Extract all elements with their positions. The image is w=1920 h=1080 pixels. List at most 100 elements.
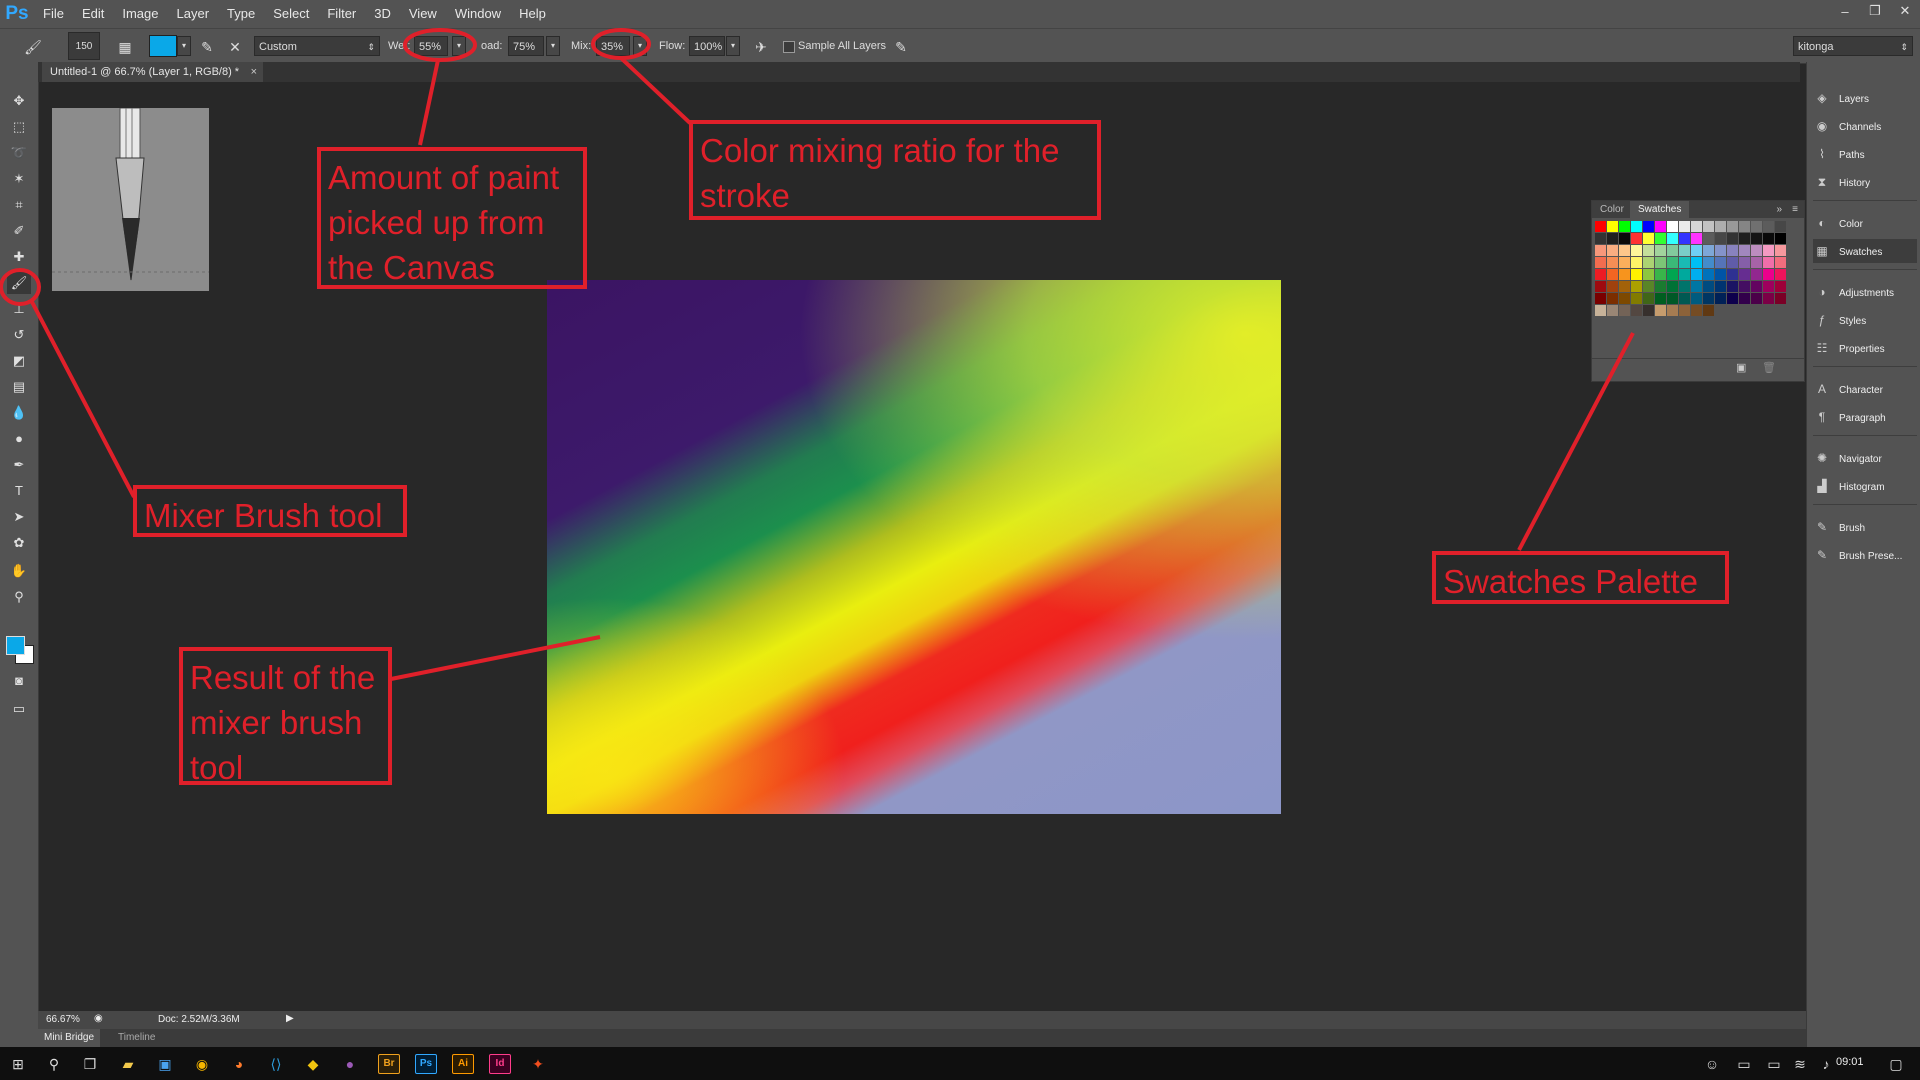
dock-item-history[interactable]: ⧗ History bbox=[1813, 170, 1917, 194]
indesign-app-icon[interactable]: Id bbox=[489, 1054, 511, 1074]
swatch-cell[interactable] bbox=[1643, 269, 1654, 280]
swatch-cell[interactable] bbox=[1751, 269, 1762, 280]
swatch-cell[interactable] bbox=[1691, 305, 1702, 316]
swatch-cell[interactable] bbox=[1691, 281, 1702, 292]
collapse-panel-icon[interactable]: » bbox=[1776, 201, 1782, 218]
menu-3d[interactable]: 3D bbox=[365, 0, 400, 28]
wet-caret[interactable]: ▾ bbox=[452, 36, 466, 56]
swatch-cell[interactable] bbox=[1775, 245, 1786, 256]
swatch-cell[interactable] bbox=[1763, 269, 1774, 280]
search-icon[interactable]: ⚲ bbox=[40, 1051, 68, 1077]
foreground-color-swatch[interactable] bbox=[6, 636, 25, 655]
menu-file[interactable]: File bbox=[34, 0, 73, 28]
swatch-cell[interactable] bbox=[1667, 245, 1678, 256]
dock-item-paragraph[interactable]: ¶ Paragraph bbox=[1813, 405, 1917, 429]
swatch-cell[interactable] bbox=[1655, 221, 1666, 232]
swatch-cell[interactable] bbox=[1667, 305, 1678, 316]
swatch-cell[interactable] bbox=[1703, 293, 1714, 304]
load-brush-after-stroke-icon[interactable]: ✎ bbox=[196, 36, 218, 58]
swatch-cell[interactable] bbox=[1775, 221, 1786, 232]
swatch-cell[interactable] bbox=[1631, 269, 1642, 280]
wifi-icon[interactable]: ≋ bbox=[1786, 1051, 1814, 1077]
swatch-cell[interactable] bbox=[1751, 245, 1762, 256]
swatch-cell[interactable] bbox=[1607, 269, 1618, 280]
path-selection-tool-icon[interactable]: ➤ bbox=[7, 506, 31, 528]
swatch-cell[interactable] bbox=[1715, 221, 1726, 232]
people-icon[interactable]: ☺ bbox=[1698, 1051, 1726, 1077]
swatch-cell[interactable] bbox=[1631, 221, 1642, 232]
swatch-cell[interactable] bbox=[1751, 293, 1762, 304]
swatch-cell[interactable] bbox=[1715, 245, 1726, 256]
swatch-cell[interactable] bbox=[1679, 269, 1690, 280]
notifications-icon[interactable]: ▢ bbox=[1882, 1051, 1910, 1077]
document-tab-close-icon[interactable]: × bbox=[251, 62, 257, 82]
swatch-cell[interactable] bbox=[1703, 305, 1714, 316]
figma-icon[interactable]: ✦ bbox=[524, 1051, 552, 1077]
clone-stamp-tool-icon[interactable]: ⊥ bbox=[7, 298, 31, 320]
document-tab[interactable]: Untitled-1 @ 66.7% (Layer 1, RGB/8) * × bbox=[42, 62, 264, 82]
swatch-cell[interactable] bbox=[1691, 269, 1702, 280]
swatch-cell[interactable] bbox=[1775, 281, 1786, 292]
swatch-cell[interactable] bbox=[1631, 257, 1642, 268]
load-input[interactable]: 75% bbox=[508, 36, 544, 56]
swatch-cell[interactable] bbox=[1595, 269, 1606, 280]
swatch-cell[interactable] bbox=[1631, 305, 1642, 316]
screen-mode-icon[interactable]: ▭ bbox=[7, 698, 31, 720]
swatch-cell[interactable] bbox=[1691, 221, 1702, 232]
swatch-cell[interactable] bbox=[1655, 233, 1666, 244]
swatch-cell[interactable] bbox=[1655, 269, 1666, 280]
swatch-cell[interactable] bbox=[1595, 305, 1606, 316]
task-view-icon[interactable]: ❐ bbox=[76, 1051, 104, 1077]
swatch-cell[interactable] bbox=[1763, 221, 1774, 232]
swatch-cell[interactable] bbox=[1619, 245, 1630, 256]
swatch-cell[interactable] bbox=[1655, 257, 1666, 268]
pen-tool-icon[interactable]: ✒ bbox=[7, 454, 31, 476]
swatch-cell[interactable] bbox=[1667, 293, 1678, 304]
dock-item-histogram[interactable]: ▟ Histogram bbox=[1813, 474, 1917, 498]
menu-window[interactable]: Window bbox=[446, 0, 510, 28]
airbrush-icon[interactable]: ✈ bbox=[750, 36, 772, 58]
swatch-cell[interactable] bbox=[1703, 269, 1714, 280]
swatch-cell[interactable] bbox=[1595, 245, 1606, 256]
swatch-cell[interactable] bbox=[1763, 293, 1774, 304]
custom-shape-tool-icon[interactable]: ✿ bbox=[7, 532, 31, 554]
swatch-cell[interactable] bbox=[1631, 233, 1642, 244]
load-caret[interactable]: ▾ bbox=[546, 36, 560, 56]
swatch-cell[interactable] bbox=[1679, 221, 1690, 232]
swatch-cell[interactable] bbox=[1691, 245, 1702, 256]
mix-input[interactable]: 35% bbox=[596, 36, 630, 56]
type-tool-icon[interactable]: T bbox=[7, 480, 31, 502]
quick-mask-icon[interactable]: ◙ bbox=[7, 670, 31, 692]
blur-tool-icon[interactable]: 💧 bbox=[7, 402, 31, 424]
swatch-cell[interactable] bbox=[1643, 257, 1654, 268]
swatch-cell[interactable] bbox=[1715, 281, 1726, 292]
close-button[interactable]: ✕ bbox=[1890, 0, 1920, 22]
flow-input[interactable]: 100% bbox=[689, 36, 725, 56]
workspace-switcher[interactable]: kitonga ⇕ bbox=[1793, 36, 1913, 56]
swatch-cell[interactable] bbox=[1679, 305, 1690, 316]
sample-all-layers-checkbox[interactable] bbox=[783, 41, 795, 53]
mix-caret[interactable]: ▾ bbox=[633, 36, 647, 56]
menu-type[interactable]: Type bbox=[218, 0, 264, 28]
swatch-cell[interactable] bbox=[1727, 233, 1738, 244]
swatch-cell[interactable] bbox=[1619, 221, 1630, 232]
brush-panel-toggle-icon[interactable]: ▦ bbox=[114, 36, 136, 58]
swatch-cell[interactable] bbox=[1739, 233, 1750, 244]
swatch-cell[interactable] bbox=[1631, 293, 1642, 304]
dock-item-navigator[interactable]: ✺ Navigator bbox=[1813, 446, 1917, 470]
app-icon[interactable]: ◆ bbox=[299, 1051, 327, 1077]
menu-view[interactable]: View bbox=[400, 0, 446, 28]
panel-menu-icon[interactable]: ≡ bbox=[1792, 201, 1798, 218]
dock-item-color[interactable]: ◐ Color bbox=[1813, 211, 1917, 235]
dock-item-character[interactable]: A Character bbox=[1813, 377, 1917, 401]
healing-brush-tool-icon[interactable]: ✚ bbox=[7, 246, 31, 268]
swatch-cell[interactable] bbox=[1619, 293, 1630, 304]
swatch-cell[interactable] bbox=[1763, 245, 1774, 256]
dock-item-channels[interactable]: ◉ Channels bbox=[1813, 114, 1917, 138]
delete-swatch-icon[interactable]: 🗑 bbox=[1762, 361, 1776, 374]
tab-timeline[interactable]: Timeline bbox=[112, 1029, 161, 1047]
swatch-cell[interactable] bbox=[1667, 257, 1678, 268]
marquee-tool-icon[interactable]: ⬚ bbox=[7, 116, 31, 138]
menu-edit[interactable]: Edit bbox=[73, 0, 113, 28]
swatch-cell[interactable] bbox=[1703, 257, 1714, 268]
